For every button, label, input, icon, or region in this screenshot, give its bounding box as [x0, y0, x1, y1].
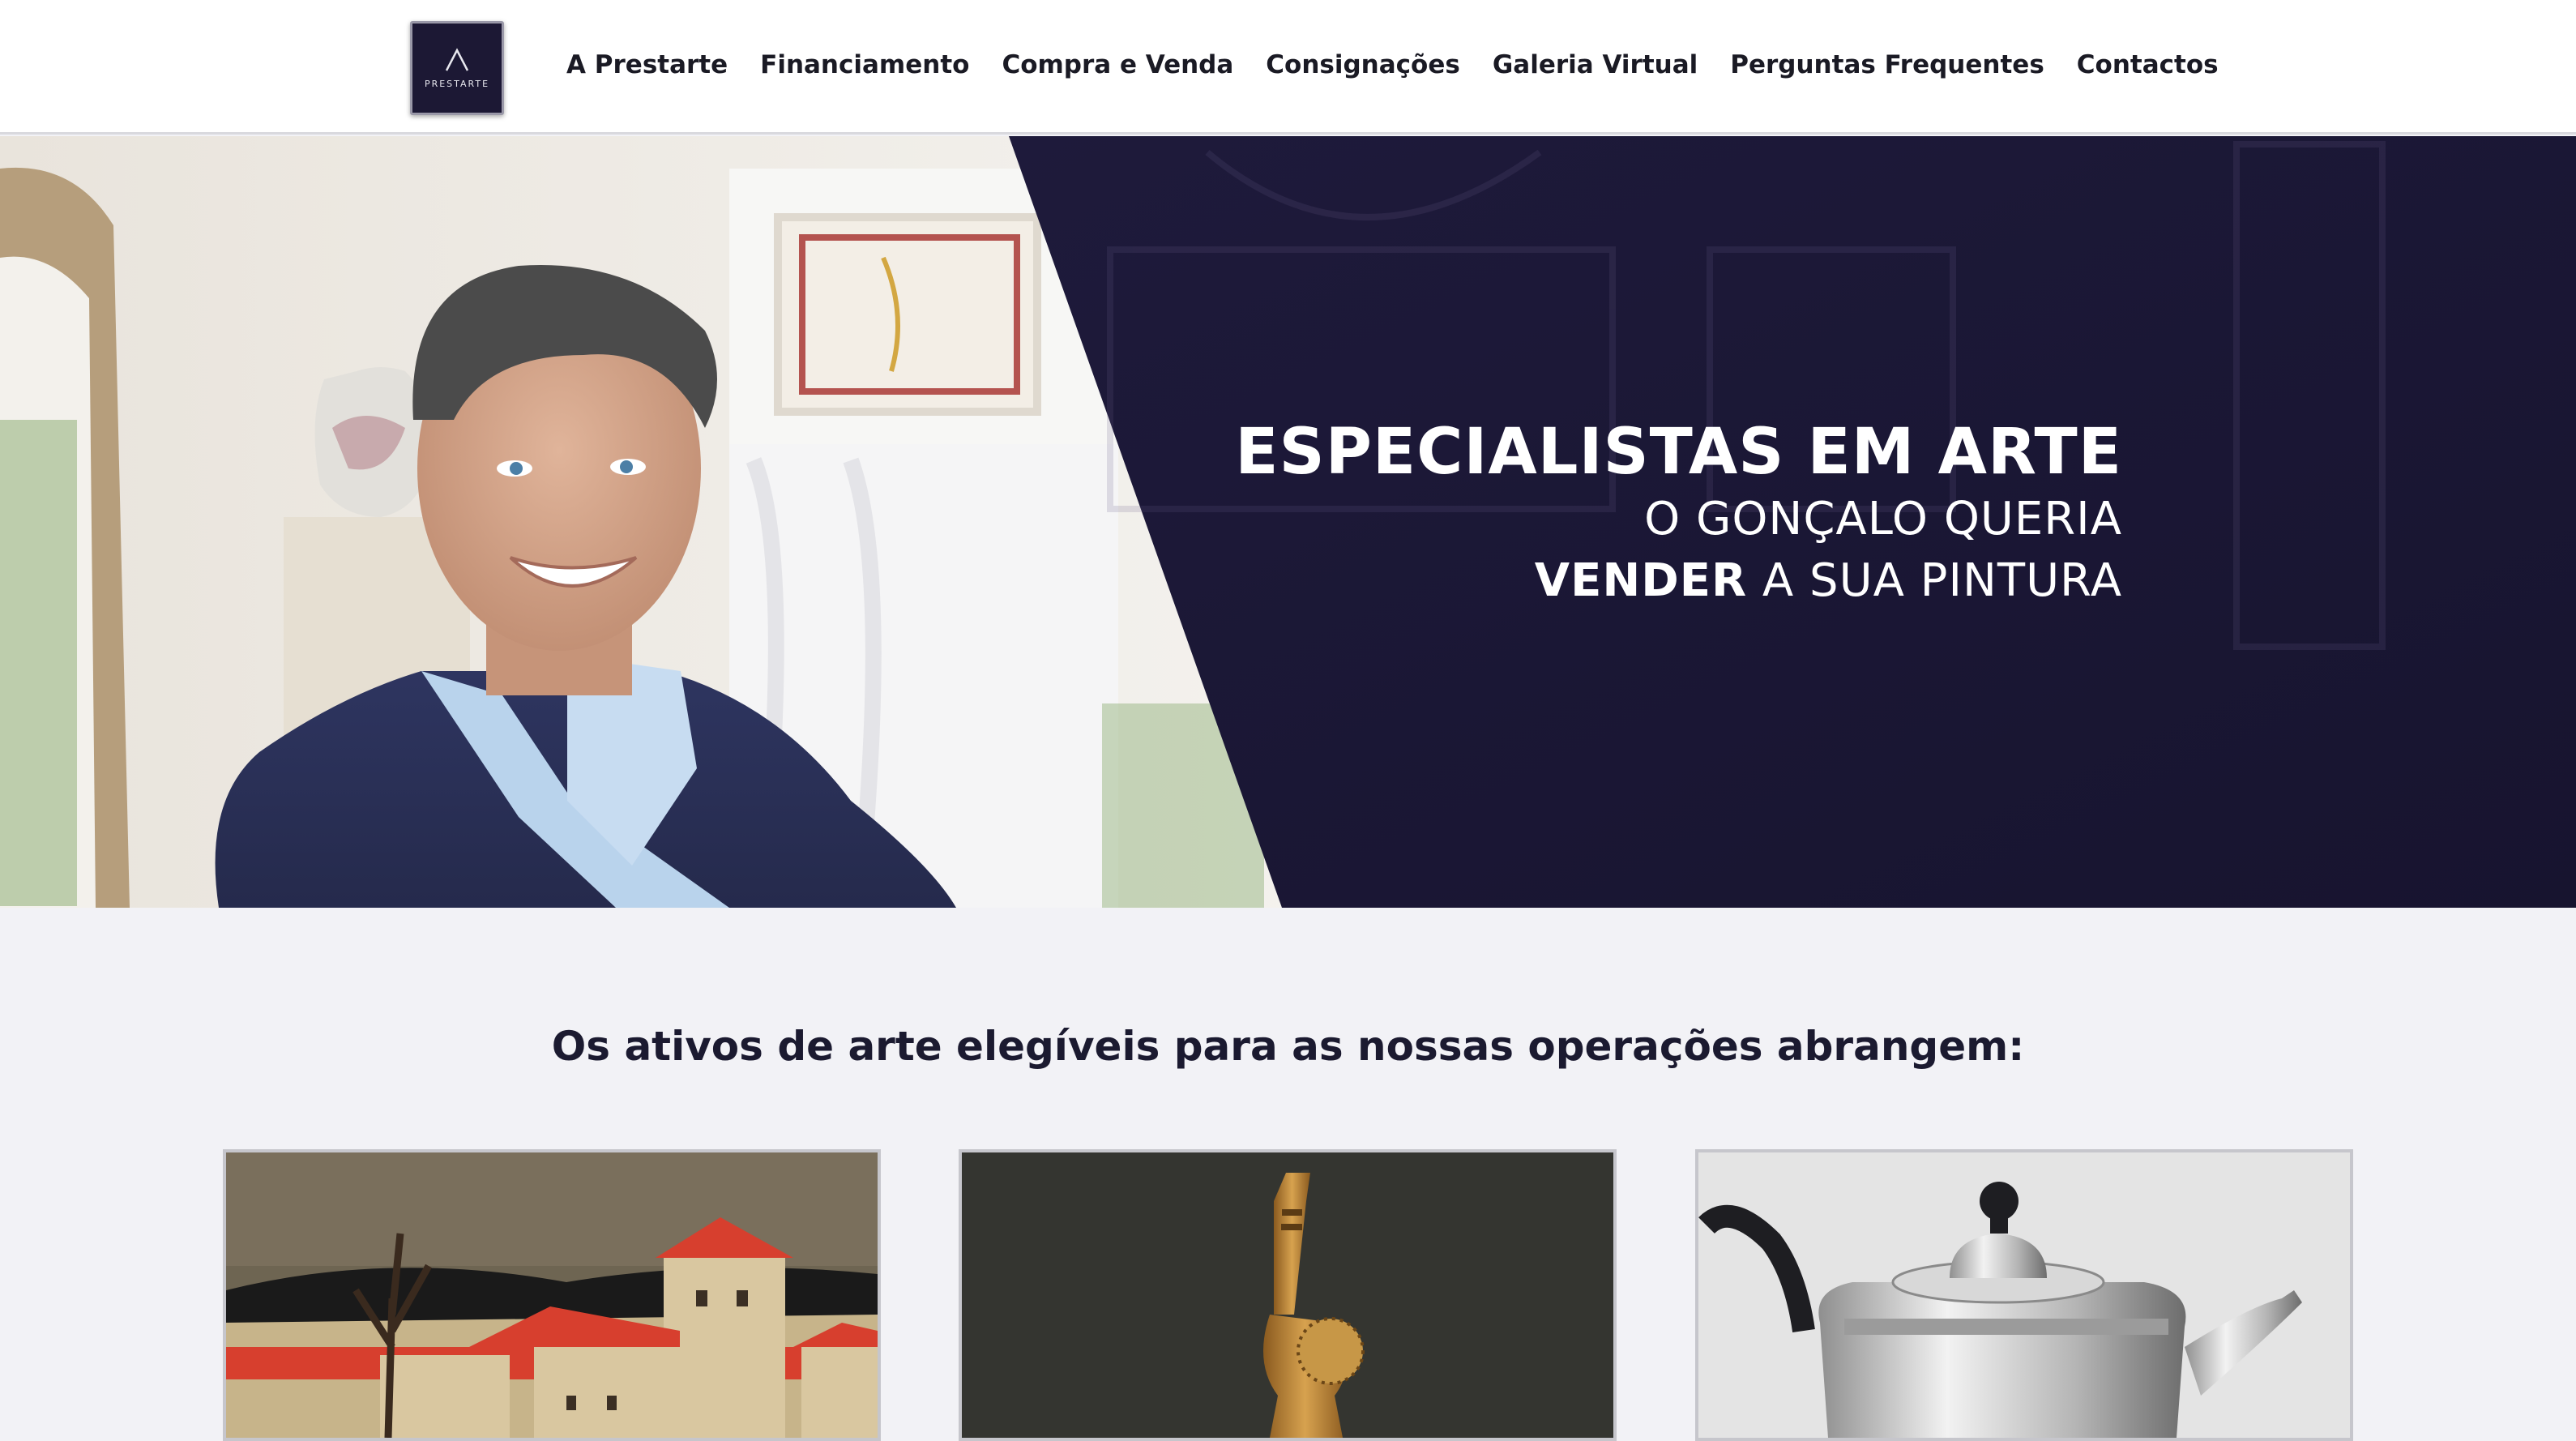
site-header: PRESTARTE A Prestarte Financiamento Comp… — [0, 0, 2576, 135]
prestarte-logo[interactable]: PRESTARTE — [410, 21, 504, 115]
prestarte-a-logo-icon — [445, 47, 469, 71]
silver-teapot-image — [1698, 1152, 2350, 1438]
nav-item-financiamento[interactable]: Financiamento — [760, 50, 969, 79]
nav-item-consignacoes[interactable]: Consignações — [1266, 50, 1460, 79]
sculpture-image — [962, 1152, 1613, 1438]
hero-subtitle-line-2: VENDER A SUA PINTURA — [1235, 550, 2122, 612]
asset-card-painting[interactable] — [223, 1149, 881, 1441]
hero-emphasis: VENDER — [1534, 554, 1748, 607]
hero-banner: ESPECIALISTAS EM ARTE O GONÇALO QUERIA V… — [0, 136, 2576, 908]
painting-image — [226, 1152, 878, 1438]
asset-card-sculpture[interactable] — [959, 1149, 1617, 1441]
hero-text: ESPECIALISTAS EM ARTE O GONÇALO QUERIA V… — [1235, 416, 2122, 612]
hero-line-2-rest: A SUA PINTURA — [1747, 554, 2122, 607]
nav-item-contactos[interactable]: Contactos — [2077, 50, 2219, 79]
hero-subtitle-line-1: O GONÇALO QUERIA — [1644, 493, 2122, 545]
nav-item-compra-e-venda[interactable]: Compra e Venda — [1002, 50, 1233, 79]
assets-heading: Os ativos de arte elegíveis para as noss… — [551, 1023, 2025, 1070]
asset-card-silver[interactable] — [1695, 1149, 2353, 1441]
main-nav: A Prestarte Financiamento Compra e Venda… — [566, 45, 2219, 84]
nav-item-galeria-virtual[interactable]: Galeria Virtual — [1493, 50, 1698, 79]
nav-item-perguntas-frequentes[interactable]: Perguntas Frequentes — [1730, 50, 2044, 79]
nav-item-a-prestarte[interactable]: A Prestarte — [566, 50, 728, 79]
hero-title: ESPECIALISTAS EM ARTE — [1235, 416, 2122, 489]
logo-text: PRESTARTE — [424, 78, 490, 89]
